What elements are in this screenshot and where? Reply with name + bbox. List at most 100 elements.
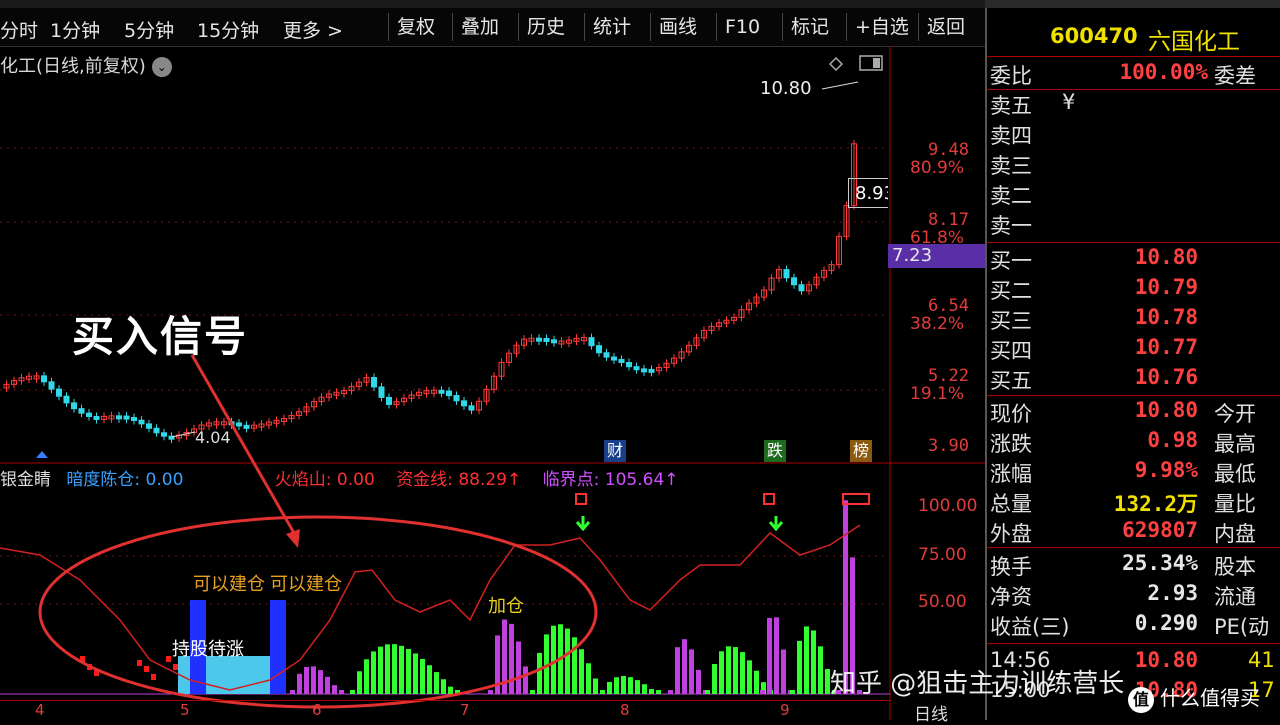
fund-bar: [413, 653, 418, 694]
fund-bar: [790, 690, 795, 694]
tab-more[interactable]: 更多 >: [283, 16, 343, 43]
date-tick: 7: [460, 701, 470, 719]
candle: [371, 377, 377, 388]
stat-row-value: 132.2万: [1113, 492, 1198, 516]
bid-row-label: 买二: [990, 279, 1032, 303]
candle: [378, 386, 385, 398]
candle: [56, 388, 62, 397]
chevron-down-icon[interactable]: ⌄: [151, 57, 172, 77]
candle: [783, 269, 790, 279]
brand-logo-icon: 值: [1128, 686, 1154, 713]
ask-row-label: 卖一: [990, 214, 1032, 238]
fund-bar: [357, 671, 362, 694]
hot-bar: [144, 666, 149, 672]
stat-row-label: 涨跌: [990, 432, 1032, 456]
candle: [596, 345, 602, 354]
fund-bar: [656, 690, 661, 694]
candle: [798, 284, 805, 292]
fund-bar: [406, 649, 411, 694]
fund-bar: [434, 672, 439, 694]
hot-bar: [166, 656, 171, 662]
high-price-label: 10.80: [760, 78, 812, 99]
fund-bar: [304, 666, 309, 694]
ask-row: 卖一: [990, 210, 1280, 240]
fund-bar: [740, 652, 745, 694]
candle: [71, 402, 77, 410]
tab-1min[interactable]: 1分钟: [50, 16, 100, 43]
bid-row-label: 买五: [990, 369, 1032, 393]
hot-bar: [151, 674, 156, 680]
ranking-event-badge[interactable]: 榜: [850, 440, 873, 462]
date-tick: 5: [180, 701, 190, 719]
fund-bar: [427, 665, 432, 694]
candle: [551, 339, 557, 344]
bid-row-value: 10.79: [1134, 275, 1198, 299]
stat-row: 涨跌 0.98 最高: [990, 428, 1280, 458]
tab-5min[interactable]: 5分钟: [124, 16, 174, 43]
drop-event-badge[interactable]: 跌: [764, 440, 787, 462]
fund-bar: [682, 639, 687, 694]
fund-bar: [733, 647, 738, 694]
stat-row-right-label: PE(动: [1214, 615, 1270, 639]
divider: [987, 242, 1280, 243]
stat-row-value: 0.290: [1134, 611, 1198, 635]
indicator-value: 火焰山: 0.00: [274, 470, 375, 490]
fund-bar: [628, 677, 633, 694]
stat-row-label: 涨幅: [990, 462, 1032, 486]
adjust-button[interactable]: 复权: [388, 13, 443, 41]
fund-bar: [668, 690, 673, 694]
signal-build-position: 可以建仓: [193, 574, 265, 595]
period-label[interactable]: 日线: [914, 700, 948, 725]
ask-row: 卖五 ¥: [990, 90, 1280, 120]
fund-bar: [689, 649, 694, 694]
f10-button[interactable]: F10: [716, 13, 768, 41]
fund-bar: [516, 641, 521, 694]
fund-bar: [635, 680, 640, 694]
stat-row-label: 换手: [990, 555, 1032, 579]
pct-axis-label: 80.9%: [910, 158, 965, 178]
indicator-bars: [0, 500, 890, 695]
ask-row: 卖二: [990, 180, 1280, 210]
hot-bar: [173, 664, 178, 670]
chart-toolbar: 分时 1分钟 5分钟 15分钟 更多 > 复权 叠加 历史 统计 画线 F10 …: [0, 8, 985, 47]
candlesticks: [3, 139, 857, 444]
tab-15min[interactable]: 15分钟: [197, 16, 259, 43]
candle: [611, 356, 617, 361]
mark-button[interactable]: 标记: [782, 13, 837, 41]
earnings-event-badge[interactable]: 财: [604, 440, 627, 462]
fund-bar: [621, 676, 626, 694]
stat-row-right-label: 内盘: [1214, 522, 1256, 546]
draw-line-button[interactable]: 画线: [650, 13, 705, 41]
stat-row-label: 现价: [990, 402, 1032, 426]
candle: [641, 368, 647, 373]
price-axis-label: 6.54: [928, 296, 969, 316]
stat-row-right-label: 流通: [1214, 585, 1256, 609]
divider: [987, 643, 1280, 644]
stat-row-right-label: 今开: [1214, 402, 1256, 426]
fund-bar: [747, 660, 752, 694]
history-button[interactable]: 历史: [518, 13, 573, 41]
high-arrow: [821, 81, 859, 90]
kline-chart[interactable]: [0, 46, 985, 720]
chart-title[interactable]: 化工(日线,前复权) ⌄: [0, 52, 172, 78]
fund-bar: [579, 649, 584, 694]
candle: [438, 389, 445, 394]
bid-row-value: 10.77: [1134, 335, 1198, 359]
overlay-button[interactable]: 叠加: [452, 13, 507, 41]
add-watchlist-button[interactable]: +自选: [846, 13, 917, 41]
bid-row: 买四 10.77: [990, 335, 1280, 365]
bid-row: 买一 10.80: [990, 245, 1280, 275]
fund-bar: [804, 626, 809, 694]
fund-bar: [509, 623, 514, 694]
fund-bar: [385, 644, 390, 694]
candle: [243, 424, 250, 429]
watermark-brand: 值什么值得买: [1128, 682, 1260, 713]
indicator-name[interactable]: 银金睛: [0, 470, 51, 490]
down-arrow-icon: [768, 516, 784, 532]
back-button[interactable]: 返回: [918, 13, 973, 41]
bid-row: 买二 10.79: [990, 275, 1280, 305]
weicha-label: 委差: [1214, 64, 1256, 88]
stats-button[interactable]: 统计: [584, 13, 639, 41]
fund-bar: [350, 690, 355, 694]
tab-intraday[interactable]: 分时: [0, 16, 38, 43]
